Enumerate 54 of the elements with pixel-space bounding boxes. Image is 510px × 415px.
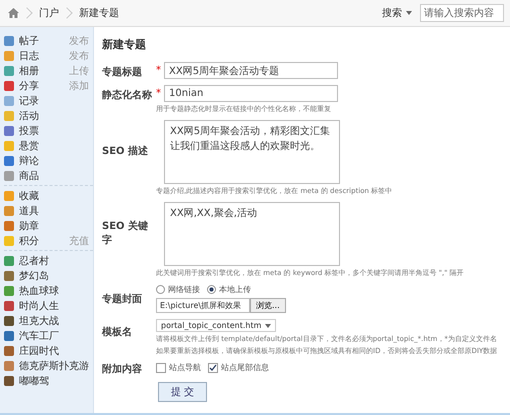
template-dropdown[interactable]: portal_topic_content.htm <box>156 319 276 332</box>
sidebar-item[interactable]: 嘟嘟驾 <box>19 374 93 388</box>
sidebar-item[interactable]: 忍者村 <box>19 254 93 268</box>
sidebar-item[interactable]: 辩论 <box>19 154 93 168</box>
checkbox-label[interactable]: 站点尾部信息 <box>221 362 269 373</box>
field-label: SEO 描述 <box>102 144 150 158</box>
sidebar-item[interactable]: 勋章 <box>19 218 93 232</box>
radio-button[interactable] <box>207 285 216 294</box>
sidebar-item[interactable]: 商品 <box>19 168 93 182</box>
page-heading: 新建专题 <box>102 37 147 52</box>
radio-label[interactable]: 本地上传 <box>219 284 251 295</box>
field-label: 模板名 <box>102 326 133 340</box>
breadcrumb-link[interactable]: 门户 <box>39 6 59 20</box>
checkbox[interactable] <box>156 362 166 372</box>
text-area[interactable]: XX网5周年聚会活动，精彩图文汇集让我们重温这段感人的欢聚时光。 <box>164 120 340 184</box>
text-field[interactable]: 10nian <box>164 85 338 102</box>
field-label: 静态化名称 <box>102 88 153 103</box>
field-label: 专题封面 <box>102 292 143 306</box>
field-label: 专题标题 <box>102 66 143 79</box>
sidebar-item[interactable]: 梦幻岛 <box>19 268 93 282</box>
radio-label[interactable]: 网络链接 <box>168 284 200 295</box>
submit-button[interactable]: 提 交 <box>158 382 208 402</box>
sidebar-item[interactable]: 记录 <box>19 94 93 108</box>
sidebar-item[interactable]: 汽车工厂 <box>19 328 93 342</box>
required-mark: * <box>156 64 162 76</box>
sidebar-item[interactable]: 活动 <box>19 108 93 122</box>
sidebar-item[interactable]: 分享 <box>19 78 69 92</box>
sidebar-item[interactable]: 收藏 <box>19 188 93 202</box>
required-mark: * <box>156 87 162 99</box>
sidebar-item[interactable]: 道具 <box>19 204 93 218</box>
sidebar-item[interactable]: 庄园时代 <box>19 344 93 358</box>
sidebar-item[interactable]: 德克萨斯扑克游 <box>19 358 93 372</box>
field-label: 附加内容 <box>102 362 143 376</box>
sidebar-item[interactable]: 悬赏 <box>19 138 93 152</box>
sidebar-item[interactable]: 热血球球 <box>19 284 93 298</box>
sidebar-item[interactable]: 相册 <box>19 64 69 78</box>
browse-button[interactable]: 浏览... <box>250 298 286 313</box>
sidebar-item[interactable]: 帖子 <box>19 34 69 48</box>
sidebar-item[interactable]: 积分 <box>19 234 69 248</box>
breadcrumb-link[interactable]: 新建专题 <box>79 6 119 20</box>
sidebar-item[interactable]: 日志 <box>19 48 69 62</box>
sidebar-item[interactable]: 时尚人生 <box>19 298 93 312</box>
search-type-dropdown[interactable]: 搜索 <box>382 6 412 20</box>
text-area[interactable]: XX网,XX,聚会,活动 <box>164 202 340 266</box>
home-icon[interactable] <box>8 8 19 18</box>
sidebar-item[interactable]: 坦克大战 <box>19 314 93 328</box>
file-path-field[interactable]: E:\picture\抓屏和效果 <box>156 298 250 313</box>
radio-button[interactable] <box>156 285 165 294</box>
search-field[interactable]: 请输入搜索内容 <box>420 4 504 22</box>
sidebar-item[interactable]: 投票 <box>19 124 93 138</box>
checkbox[interactable] <box>208 362 218 372</box>
text-field[interactable]: XX网5周年聚会活动专题 <box>164 62 338 79</box>
checkbox-label[interactable]: 站点导航 <box>169 362 201 373</box>
field-label: SEO 关键字 <box>102 220 150 247</box>
